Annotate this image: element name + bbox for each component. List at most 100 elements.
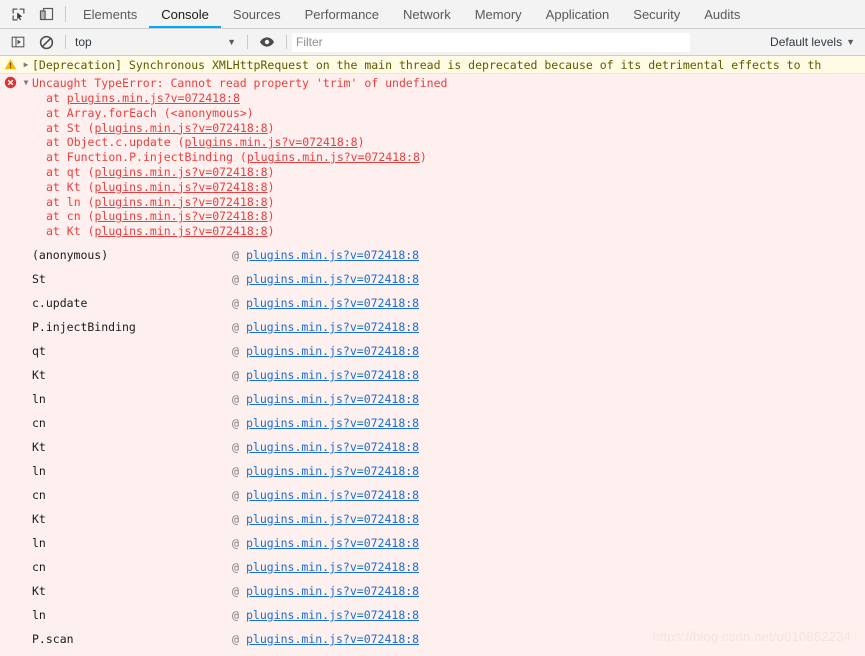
list-item[interactable]: Kt @ plugins.min.js?v=072418:8 bbox=[0, 435, 865, 459]
stack-prefix: at bbox=[46, 179, 67, 194]
stack-source-link[interactable]: plugins.min.js?v=072418:8 bbox=[95, 165, 268, 179]
frame-source-link[interactable]: plugins.min.js?v=072418:8 bbox=[246, 584, 419, 598]
frame-source-link[interactable]: plugins.min.js?v=072418:8 bbox=[246, 632, 419, 646]
list-item[interactable]: (anonymous) @ plugins.min.js?v=072418:8 bbox=[0, 243, 865, 267]
list-item[interactable]: qt @ plugins.min.js?v=072418:8 bbox=[0, 339, 865, 363]
live-expression-button[interactable] bbox=[253, 35, 281, 49]
console-message-list[interactable]: ▶ [Deprecation] Synchronous XMLHttpReque… bbox=[0, 56, 865, 656]
list-item[interactable]: cn @ plugins.min.js?v=072418:8 bbox=[0, 483, 865, 507]
stack-source-link[interactable]: plugins.min.js?v=072418:8 bbox=[185, 135, 358, 149]
filter-input[interactable] bbox=[292, 32, 690, 52]
frame-source-link[interactable]: plugins.min.js?v=072418:8 bbox=[246, 416, 419, 430]
console-toolbar: top ▼ Default levels ▼ bbox=[0, 29, 865, 56]
stack-function: ln bbox=[66, 194, 88, 209]
frame-source-link[interactable]: plugins.min.js?v=072418:8 bbox=[246, 608, 419, 622]
stack-source-link[interactable]: plugins.min.js?v=072418:8 bbox=[95, 180, 268, 194]
frame-source-link[interactable]: plugins.min.js?v=072418:8 bbox=[246, 536, 419, 550]
list-item[interactable]: cn @ plugins.min.js?v=072418:8 bbox=[0, 411, 865, 435]
console-sidebar-button[interactable] bbox=[4, 35, 32, 49]
list-item[interactable]: ln @ plugins.min.js?v=072418:8 bbox=[0, 603, 865, 627]
stack-source-link[interactable]: plugins.min.js?v=072418:8 bbox=[95, 224, 268, 238]
frame-function-name: (anonymous) bbox=[32, 247, 109, 262]
stack-source-link[interactable]: plugins.min.js?v=072418:8 bbox=[95, 209, 268, 223]
list-item[interactable]: Kt @ plugins.min.js?v=072418:8 bbox=[0, 507, 865, 531]
chevron-down-icon-2: ▼ bbox=[846, 37, 855, 47]
frame-source-link[interactable]: plugins.min.js?v=072418:8 bbox=[246, 392, 419, 406]
frame-at-symbol: @ bbox=[232, 463, 239, 478]
frame-function-name: cn bbox=[32, 559, 46, 574]
console-warning-message[interactable]: ▶ [Deprecation] Synchronous XMLHttpReque… bbox=[0, 56, 865, 74]
frame-function-name: Kt bbox=[32, 439, 46, 454]
frame-source-link[interactable]: plugins.min.js?v=072418:8 bbox=[246, 272, 419, 286]
tab-memory[interactable]: Memory bbox=[463, 0, 534, 28]
tab-elements-label: Elements bbox=[83, 6, 138, 22]
console-error-message[interactable]: ▼ Uncaught TypeError: Cannot read proper… bbox=[0, 74, 865, 91]
error-disclosure-triangle[interactable]: ▼ bbox=[20, 76, 32, 90]
list-item[interactable]: ln @ plugins.min.js?v=072418:8 bbox=[0, 531, 865, 555]
list-item[interactable]: St @ plugins.min.js?v=072418:8 bbox=[0, 267, 865, 291]
stack-line[interactable]: at Array.forEach (<anonymous>) bbox=[0, 106, 865, 121]
clear-console-icon bbox=[39, 35, 53, 49]
inspect-element-button[interactable] bbox=[4, 0, 32, 28]
list-item[interactable]: cn @ plugins.min.js?v=072418:8 bbox=[0, 555, 865, 579]
tab-network[interactable]: Network bbox=[391, 0, 463, 28]
stack-line[interactable]: at Function.P.injectBinding (plugins.min… bbox=[0, 150, 865, 165]
tab-sources-label: Sources bbox=[232, 6, 281, 22]
frame-source-link[interactable]: plugins.min.js?v=072418:8 bbox=[246, 296, 419, 310]
stack-line[interactable]: at Object.c.update (plugins.min.js?v=072… bbox=[0, 135, 865, 150]
stack-line[interactable]: at ln (plugins.min.js?v=072418:8) bbox=[0, 195, 865, 210]
stack-line[interactable]: at Kt (plugins.min.js?v=072418:8) bbox=[0, 180, 865, 195]
toolbar-divider-3 bbox=[247, 35, 248, 49]
list-item[interactable]: organ@VM206:88 bbox=[0, 651, 865, 656]
tab-performance[interactable]: Performance bbox=[293, 0, 391, 28]
stack-source-link[interactable]: plugins.min.js?v=072418:8 bbox=[67, 91, 240, 105]
toolbar-divider-4 bbox=[286, 35, 287, 49]
list-item[interactable]: Kt @ plugins.min.js?v=072418:8 bbox=[0, 579, 865, 603]
frame-source-link[interactable]: plugins.min.js?v=072418:8 bbox=[246, 560, 419, 574]
execution-context-select[interactable]: top ▼ bbox=[71, 35, 242, 49]
frame-source-link[interactable]: plugins.min.js?v=072418:8 bbox=[246, 464, 419, 478]
list-item[interactable]: Kt @ plugins.min.js?v=072418:8 bbox=[0, 363, 865, 387]
list-item[interactable]: P.injectBinding @ plugins.min.js?v=072418:… bbox=[0, 315, 865, 339]
frame-at-symbol: @ bbox=[232, 631, 239, 646]
frame-function-name: Kt bbox=[32, 583, 46, 598]
tab-console[interactable]: Console bbox=[149, 0, 221, 28]
stack-line[interactable]: at cn (plugins.min.js?v=072418:8) bbox=[0, 209, 865, 224]
device-toolbar-button[interactable] bbox=[32, 0, 60, 28]
log-levels-select[interactable]: Default levels ▼ bbox=[762, 35, 865, 49]
frame-source-link[interactable]: plugins.min.js?v=072418:8 bbox=[246, 248, 419, 262]
warning-disclosure-triangle[interactable]: ▶ bbox=[20, 58, 32, 72]
frame-source-link[interactable]: plugins.min.js?v=072418:8 bbox=[246, 512, 419, 526]
error-circle-icon bbox=[0, 76, 20, 89]
stack-source-link[interactable]: plugins.min.js?v=072418:8 bbox=[247, 150, 420, 164]
tab-sources[interactable]: Sources bbox=[221, 0, 293, 28]
frame-function-name: P.injectBinding bbox=[32, 319, 136, 334]
frame-function-name: cn bbox=[32, 415, 46, 430]
stack-line[interactable]: at plugins.min.js?v=072418:8 bbox=[0, 91, 865, 106]
tab-network-label: Network bbox=[403, 6, 451, 22]
clear-console-button[interactable] bbox=[32, 35, 60, 50]
tab-audits[interactable]: Audits bbox=[692, 0, 752, 28]
stack-line[interactable]: at qt (plugins.min.js?v=072418:8) bbox=[0, 165, 865, 180]
stack-prefix: at bbox=[46, 120, 67, 135]
stack-source-link[interactable]: plugins.min.js?v=072418:8 bbox=[95, 195, 268, 209]
tab-performance-label: Performance bbox=[304, 6, 380, 22]
list-item[interactable]: P.scan @ plugins.min.js?v=072418:8 bbox=[0, 627, 865, 651]
tab-security[interactable]: Security bbox=[621, 0, 692, 28]
frame-source-link[interactable]: plugins.min.js?v=072418:8 bbox=[246, 440, 419, 454]
list-item[interactable]: ln @ plugins.min.js?v=072418:8 bbox=[0, 459, 865, 483]
execution-context-value: top bbox=[75, 35, 92, 49]
tab-elements[interactable]: Elements bbox=[71, 0, 149, 28]
stack-prefix: at bbox=[46, 194, 67, 209]
frame-source-link[interactable]: plugins.min.js?v=072418:8 bbox=[246, 488, 419, 502]
stack-function: St bbox=[66, 120, 88, 135]
stack-line[interactable]: at Kt (plugins.min.js?v=072418:8) bbox=[0, 224, 865, 239]
frame-source-link[interactable]: plugins.min.js?v=072418:8 bbox=[246, 368, 419, 382]
list-item[interactable]: c.update @ plugins.min.js?v=072418:8 bbox=[0, 291, 865, 315]
tab-application[interactable]: Application bbox=[534, 0, 622, 28]
stack-source-link[interactable]: plugins.min.js?v=072418:8 bbox=[95, 121, 268, 135]
list-item[interactable]: ln @ plugins.min.js?v=072418:8 bbox=[0, 387, 865, 411]
stack-line[interactable]: at St (plugins.min.js?v=072418:8) bbox=[0, 121, 865, 136]
frame-source-link[interactable]: plugins.min.js?v=072418:8 bbox=[246, 320, 419, 334]
frame-source-link[interactable]: plugins.min.js?v=072418:8 bbox=[246, 344, 419, 358]
